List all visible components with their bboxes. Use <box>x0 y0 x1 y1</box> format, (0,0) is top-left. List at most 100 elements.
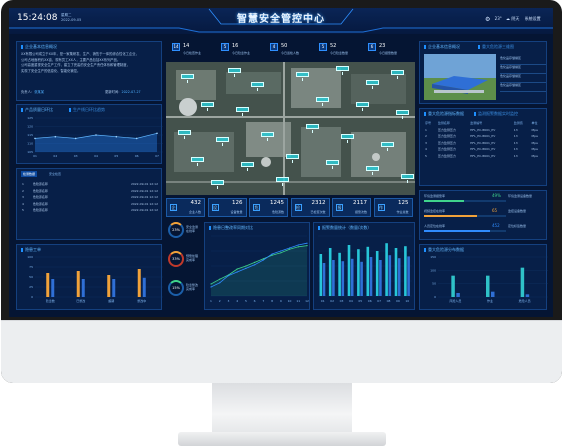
map-marker[interactable] <box>391 70 404 79</box>
map-marker[interactable] <box>381 142 394 151</box>
alarm-bar <box>332 260 335 296</box>
contact-line: 负责人：张某某 <box>21 90 44 96</box>
stat-card[interactable]: 危 1245 危险源数 <box>249 198 288 217</box>
orders-y-tick: 0 <box>31 295 33 299</box>
kpi-card[interactable]: 5 52 今日隐患数量 <box>319 43 373 65</box>
rectify-point <box>271 254 273 256</box>
distribution-bar <box>486 275 490 297</box>
map-marker[interactable] <box>326 160 339 169</box>
stat-value: 2312 <box>311 200 326 206</box>
map-marker[interactable] <box>178 130 191 139</box>
tab-safety-check[interactable]: 安全检查 <box>47 171 63 177</box>
stat-icon: 设 <box>211 204 219 211</box>
table-row[interactable]: 5 压力监测压力 HFL_PC-8601_PV 13 Mpa <box>424 153 544 160</box>
tab-inspection-data[interactable]: 检测数据 <box>21 171 38 177</box>
kpi-value: 23 <box>379 43 386 49</box>
rectify-point <box>297 244 299 246</box>
orders-x-tick: 已整改 <box>76 298 85 303</box>
settings-icon[interactable]: ⚙ <box>485 16 490 23</box>
map-marker[interactable] <box>341 134 354 143</box>
kpi-card[interactable]: 5 16 今日隐患作业 <box>221 43 275 65</box>
distribution-y-tick: 100 <box>430 268 436 272</box>
gauge-label: 环境监测报警率 <box>424 194 446 198</box>
stat-label: 作业总数 <box>396 210 409 214</box>
map-marker[interactable] <box>366 166 379 175</box>
kpi-card[interactable]: 4 50 今日巡检人数 <box>270 43 324 65</box>
map-marker[interactable] <box>401 174 414 183</box>
map-marker[interactable] <box>356 102 369 111</box>
map-marker[interactable] <box>236 107 249 116</box>
hazard-3d-link[interactable]: 重大危险源三维图 <box>478 44 514 50</box>
kpi-value: 52 <box>330 43 337 49</box>
map-marker[interactable] <box>276 177 289 186</box>
stat-card[interactable]: 报 2117 报警次数 <box>332 198 371 217</box>
map-marker[interactable] <box>396 110 409 119</box>
monitor-stand-neck <box>212 383 352 435</box>
orders-x-tick: 隐患数 <box>46 298 55 303</box>
distribution-bar <box>451 275 455 297</box>
kpi-label: 今日检查作业 <box>183 51 202 55</box>
quality-y-tick: 110 <box>27 142 33 146</box>
quality-x-tick: 01 <box>33 154 37 158</box>
rectify-point <box>288 248 291 250</box>
tank-area-item[interactable]: 危化品存储罐区 <box>500 65 546 74</box>
rectify-point <box>254 264 256 266</box>
map-marker[interactable] <box>201 102 214 111</box>
orders-y-tick: 100 <box>27 255 33 259</box>
alarm-bar <box>357 249 360 296</box>
tank-area-item[interactable]: 危化品存储罐区 <box>500 56 546 65</box>
stat-card[interactable]: 检 2312 已检查次数 <box>290 198 330 217</box>
stat-card[interactable]: 设 126 设备数量 <box>207 198 247 217</box>
distribution-bar <box>456 293 460 297</box>
quality-point <box>34 137 36 140</box>
gauge-bar <box>424 200 506 202</box>
map-marker[interactable] <box>316 97 329 106</box>
monitor-alarm-link[interactable]: 监测报警数据实时监控 <box>474 111 518 117</box>
info-line: 实现了安全生产的信息化、智能化管控。 <box>21 68 81 73</box>
tank-area-item[interactable]: 危化品存储罐区 <box>500 74 546 83</box>
panel-subtitle[interactable]: 生产线日环比趋势 <box>69 107 105 113</box>
map-marker[interactable] <box>228 68 241 77</box>
hazard-orders-bar-chart: 100 75 50 25 0 隐患数 已整改 超期 整改中 <box>27 255 163 303</box>
panel-title: 报警数量统计（数量/次数） <box>318 225 371 231</box>
map-marker[interactable] <box>306 124 319 133</box>
map-marker[interactable] <box>241 162 254 171</box>
map-marker[interactable] <box>336 66 349 75</box>
alarm-x-tick: 09 <box>396 299 400 303</box>
orders-bar <box>112 279 116 297</box>
stat-value: 125 <box>398 200 409 206</box>
tank-area-item[interactable]: 危化品存储罐区 <box>500 83 546 92</box>
map-marker[interactable] <box>366 80 379 89</box>
map-marker[interactable] <box>181 74 194 83</box>
map-marker[interactable] <box>191 157 204 166</box>
gauge-label: 人员定位在线率 <box>424 224 446 228</box>
distribution-x-tick: 作业 <box>487 298 493 303</box>
rate-rings: 23% 安全监测 在线率 33% 预警处理 完成率 15% 隐患整改 完成率 <box>166 222 202 310</box>
stat-card[interactable]: 作 125 作业总数 <box>373 198 413 217</box>
map-marker[interactable] <box>211 180 224 189</box>
quality-trend-panel: 产品质量日环比 生产线日环比趋势 125 120 115 110 105 01 02 03 04… <box>16 104 163 164</box>
orders-bar <box>46 273 50 297</box>
rectify-point <box>245 265 247 267</box>
stat-icon: 作 <box>377 204 385 211</box>
kpi-label: 今日巡检人数 <box>281 51 300 55</box>
map-marker[interactable] <box>216 137 229 146</box>
map-marker[interactable] <box>286 154 299 163</box>
kpi-card[interactable]: 6 23 今日报警数量 <box>368 43 422 65</box>
settings-label[interactable]: 系统设置 <box>525 16 541 21</box>
distribution-x-tick: 危险人员 <box>519 298 531 303</box>
quality-x-tick: 02 <box>53 154 57 158</box>
plant-aerial-map[interactable] <box>166 62 415 195</box>
map-marker[interactable] <box>261 132 274 141</box>
distribution-y-tick: 0 <box>434 295 436 299</box>
cloud-icon: ☁ <box>506 16 511 21</box>
alarm-x-tick: 08 <box>387 299 391 303</box>
map-marker[interactable] <box>296 72 309 81</box>
kpi-icon: 14 <box>172 43 180 51</box>
table-row[interactable]: 5 危险源名称 2022-09-01 12:12 <box>21 207 159 214</box>
kpi-card[interactable]: 14 14 今日检查作业 <box>172 43 226 65</box>
stat-card[interactable]: 企 432 企业人数 <box>166 198 205 217</box>
alarm-x-tick: 01 <box>321 299 325 303</box>
map-marker[interactable] <box>251 82 264 91</box>
rate-ring-label: 隐患整改 完成率 <box>186 283 199 291</box>
